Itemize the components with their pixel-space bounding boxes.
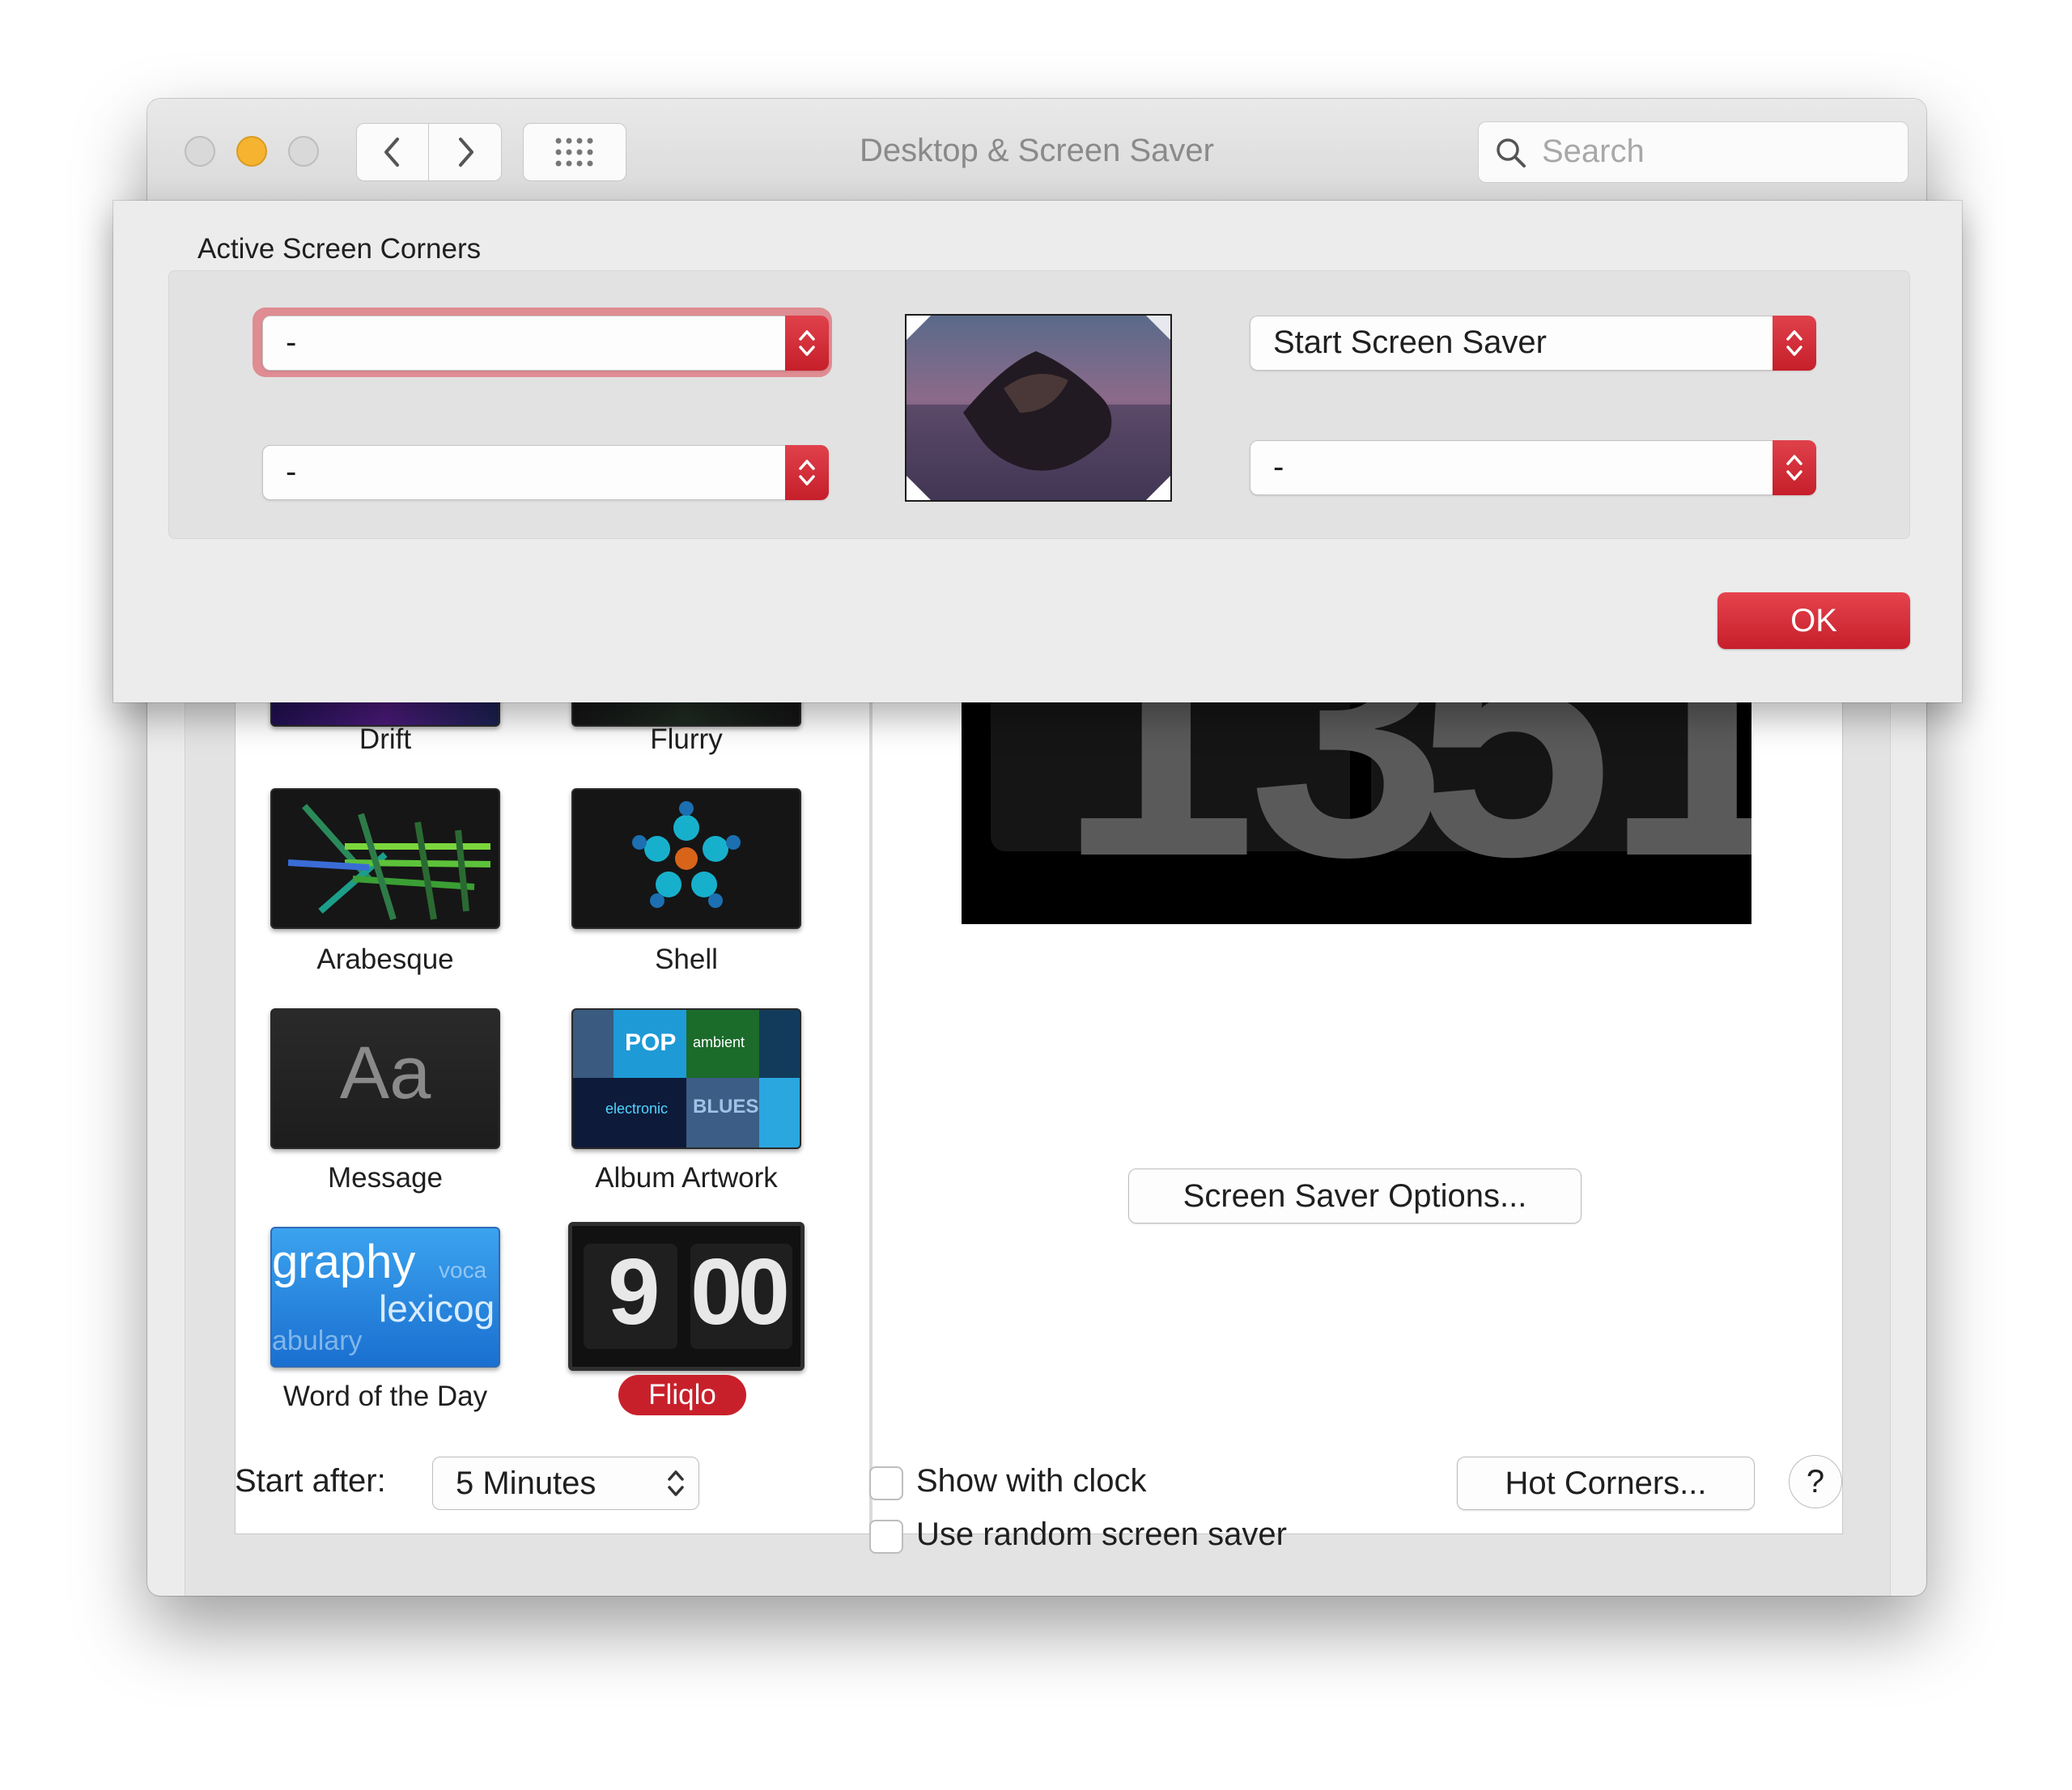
album-tile: [759, 1078, 800, 1147]
title-bar: Desktop & Screen Saver Search: [147, 99, 1926, 205]
screen-saver-label-shell: Shell: [655, 944, 718, 975]
bottom-left-corner-value: -: [286, 454, 297, 490]
catalina-island-image: [906, 316, 1170, 500]
screen-saver-label-word-of-the-day: Word of the Day: [282, 1381, 488, 1412]
start-after-value: 5 Minutes: [456, 1466, 597, 1501]
screen-saver-label-arabesque: Arabesque: [316, 944, 454, 975]
screen-saver-label-drift: Drift: [359, 723, 412, 755]
up-down-arrows-icon: [799, 330, 815, 356]
help-button[interactable]: ?: [1789, 1455, 1842, 1508]
screen-saver-label-fliqlo-selected: Fliqlo: [618, 1375, 746, 1415]
album-thumb-text: BLUES: [693, 1096, 759, 1118]
word-thumb-text: abulary: [272, 1326, 363, 1356]
top-left-corner-value: -: [286, 324, 297, 360]
hot-corners-button[interactable]: Hot Corners...: [1457, 1457, 1755, 1510]
shell-thumbnail[interactable]: [571, 788, 801, 929]
screen-saver-options-button[interactable]: Screen Saver Options...: [1128, 1169, 1582, 1224]
show-with-clock-label[interactable]: Show with clock: [916, 1463, 1147, 1499]
random-screen-saver-checkbox[interactable]: [869, 1520, 903, 1554]
fliqlo-thumb-minute: 00: [690, 1239, 790, 1344]
bottom-right-corner-popup[interactable]: -: [1250, 440, 1816, 495]
popup-stepper: [785, 316, 829, 371]
ok-button[interactable]: OK: [1717, 592, 1910, 649]
start-after-label: Start after:: [235, 1463, 386, 1499]
up-down-arrows-icon: [799, 460, 815, 486]
desktop-corner-preview: [905, 314, 1172, 502]
search-placeholder: Search: [1542, 134, 1645, 169]
album-thumb-text: ambient: [693, 1034, 745, 1050]
preview-clock-hour: 13: [1059, 698, 1446, 924]
bottom-left-corner-popup[interactable]: -: [262, 445, 829, 500]
album-tile: [573, 1010, 614, 1078]
shell-pattern-icon: [632, 801, 741, 908]
sheet-title: Active Screen Corners: [197, 233, 482, 265]
top-left-corner-popup[interactable]: -: [262, 316, 829, 371]
preview-clock-minute: 51: [1415, 698, 1751, 924]
album-tile: [759, 1010, 800, 1078]
up-down-arrows-icon: [668, 1470, 684, 1496]
bottom-right-corner-value: -: [1273, 449, 1284, 485]
arabesque-pattern-icon: [287, 804, 491, 921]
screen-saver-label-album-artwork: Album Artwork: [595, 1162, 778, 1194]
popup-stepper: [785, 445, 829, 500]
screen-saver-label-flurry: Flurry: [650, 723, 723, 755]
arabesque-thumbnail[interactable]: [270, 788, 500, 929]
album-artwork-thumbnail[interactable]: BLUES POP ambient electronic: [571, 1008, 801, 1149]
word-thumb-text: lexicog: [379, 1287, 495, 1330]
screen-saver-label-message: Message: [327, 1162, 444, 1194]
active-screen-corners-sheet: Active Screen Corners - - Start Screen S…: [113, 201, 1962, 702]
word-thumb-text: graphy: [272, 1236, 416, 1288]
top-right-corner-value: Start Screen Saver: [1273, 324, 1547, 360]
screen-saver-preview: 13 51: [962, 698, 1751, 924]
fliqlo-thumbnail[interactable]: 9 00: [568, 1222, 805, 1371]
word-of-the-day-thumbnail[interactable]: graphy voca lexicog abulary: [270, 1227, 500, 1368]
up-down-arrows-icon: [1786, 455, 1802, 481]
popup-stepper: [1773, 440, 1816, 495]
album-thumb-text: POP: [625, 1029, 677, 1056]
word-thumb-text: voca: [439, 1258, 487, 1283]
up-down-arrows-icon: [1786, 330, 1802, 356]
popup-stepper: [1773, 316, 1816, 371]
random-screen-saver-label[interactable]: Use random screen saver: [916, 1516, 1287, 1553]
message-thumbnail[interactable]: Aa: [270, 1008, 500, 1149]
show-with-clock-checkbox[interactable]: [869, 1466, 903, 1500]
top-right-corner-popup[interactable]: Start Screen Saver: [1250, 316, 1816, 371]
search-icon: [1497, 138, 1526, 168]
start-after-select[interactable]: 5 Minutes: [432, 1457, 699, 1510]
search-field[interactable]: Search: [1478, 121, 1909, 183]
message-thumb-text: Aa: [339, 1032, 431, 1114]
album-thumb-text: electronic: [605, 1101, 669, 1117]
fliqlo-thumb-hour: 9: [608, 1239, 660, 1344]
